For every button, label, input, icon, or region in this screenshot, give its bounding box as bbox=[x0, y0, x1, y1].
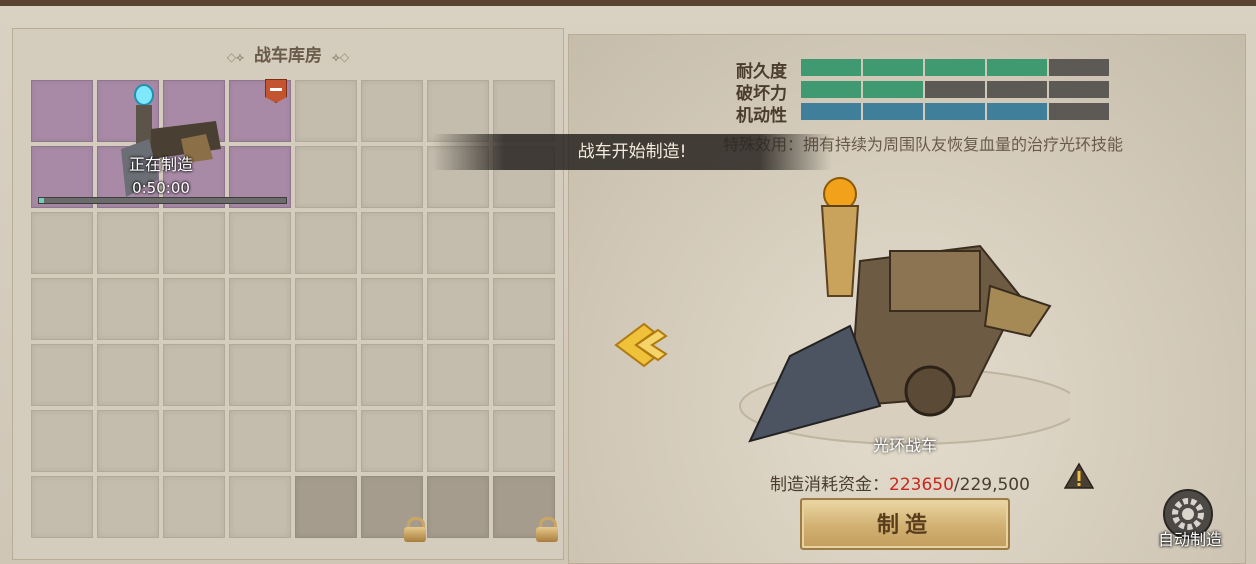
storage-slot[interactable] bbox=[295, 212, 357, 274]
title-ornament-right: ⟡◇ bbox=[332, 50, 350, 64]
storage-slot[interactable] bbox=[163, 344, 225, 406]
storage-slot[interactable] bbox=[427, 344, 489, 406]
storage-slot[interactable] bbox=[31, 278, 93, 340]
storage-slot[interactable] bbox=[97, 476, 159, 538]
storage-slot[interactable] bbox=[229, 278, 291, 340]
building-timer: 0:50:00 bbox=[132, 179, 190, 197]
stat-segment bbox=[1049, 81, 1109, 98]
stat-segment bbox=[987, 59, 1047, 76]
storage-slot[interactable] bbox=[493, 278, 555, 340]
storage-slot[interactable] bbox=[427, 212, 489, 274]
stat-segment bbox=[925, 81, 985, 98]
storage-slot[interactable] bbox=[427, 80, 489, 142]
storage-slot[interactable] bbox=[427, 410, 489, 472]
storage-title: ◇⟡ 战车库房 ⟡◇ bbox=[13, 41, 563, 66]
storage-slot[interactable] bbox=[163, 410, 225, 472]
cost-label: 制造消耗资金： bbox=[770, 475, 889, 495]
arrow-left-icon[interactable] bbox=[614, 322, 668, 368]
building-status: 正在制造 bbox=[128, 155, 193, 174]
storage-slot[interactable] bbox=[295, 410, 357, 472]
stat-segment bbox=[801, 81, 861, 98]
make-button[interactable]: 制造 bbox=[800, 498, 1010, 550]
toast-message: 战车开始制造! bbox=[432, 134, 832, 170]
storage-slot[interactable] bbox=[97, 278, 159, 340]
storage-slot[interactable] bbox=[361, 278, 423, 340]
stat-segment bbox=[925, 59, 985, 76]
stat-segment bbox=[1049, 59, 1109, 76]
building-vehicle-slot[interactable]: 正在制造 0:50:00 bbox=[31, 79, 291, 209]
storage-slot[interactable] bbox=[229, 212, 291, 274]
auto-make-label: 自动制造 bbox=[1157, 530, 1222, 549]
storage-slot[interactable] bbox=[97, 212, 159, 274]
cost-current: 223650 bbox=[889, 475, 954, 495]
storage-title-text: 战车库房 bbox=[254, 46, 322, 66]
lock-icon bbox=[404, 517, 426, 542]
stat-segment bbox=[863, 59, 923, 76]
game-window: ◇⟡ 战车库房 ⟡◇ 正在制造 0:50:00 耐久度 破坏力 机动性 特殊效用：拥… bbox=[0, 0, 1256, 564]
stat-mobility-bar bbox=[801, 103, 1109, 120]
storage-slot[interactable] bbox=[229, 476, 291, 538]
storage-slot[interactable] bbox=[361, 212, 423, 274]
storage-slot[interactable] bbox=[163, 278, 225, 340]
stat-segment bbox=[863, 103, 923, 120]
building-progress-fill bbox=[39, 198, 44, 203]
storage-slot[interactable] bbox=[31, 344, 93, 406]
storage-slot[interactable] bbox=[493, 344, 555, 406]
stat-damage-bar bbox=[801, 81, 1109, 98]
stat-segment bbox=[801, 59, 861, 76]
storage-slot[interactable] bbox=[229, 344, 291, 406]
locked-storage-slot[interactable] bbox=[493, 476, 558, 542]
storage-slot[interactable] bbox=[229, 410, 291, 472]
storage-slot[interactable] bbox=[493, 410, 555, 472]
storage-slot[interactable] bbox=[361, 410, 423, 472]
storage-slot[interactable] bbox=[295, 146, 357, 208]
storage-slot[interactable] bbox=[97, 344, 159, 406]
locked-storage-slot[interactable] bbox=[361, 476, 426, 542]
stat-segment bbox=[863, 81, 923, 98]
locked-storage-slot[interactable] bbox=[295, 476, 357, 538]
lock-icon bbox=[536, 517, 558, 542]
storage-slot[interactable] bbox=[361, 344, 423, 406]
storage-slot[interactable] bbox=[361, 80, 423, 142]
stat-segment bbox=[987, 103, 1047, 120]
storage-slot[interactable] bbox=[97, 410, 159, 472]
cost-line: 制造消耗资金：223650/229,500 bbox=[770, 470, 1030, 495]
storage-slot[interactable] bbox=[427, 278, 489, 340]
title-ornament-left: ◇⟡ bbox=[226, 50, 244, 64]
vehicle-name: 光环战车 bbox=[872, 436, 937, 455]
storage-slot[interactable] bbox=[31, 476, 93, 538]
storage-slot[interactable] bbox=[31, 410, 93, 472]
stat-segment bbox=[987, 81, 1047, 98]
building-progress-bar bbox=[38, 197, 287, 204]
stat-mobility-label: 机动性 bbox=[736, 106, 787, 126]
storage-slot[interactable] bbox=[493, 80, 555, 142]
stat-durability-bar bbox=[801, 59, 1109, 76]
storage-slot[interactable] bbox=[361, 146, 423, 208]
storage-slot[interactable] bbox=[295, 344, 357, 406]
warning-icon[interactable] bbox=[1064, 462, 1094, 490]
locked-storage-slot[interactable] bbox=[427, 476, 489, 538]
storage-slot[interactable] bbox=[493, 212, 555, 274]
stat-segment bbox=[925, 103, 985, 120]
storage-slot[interactable] bbox=[295, 80, 357, 142]
cost-total: /229,500 bbox=[953, 475, 1030, 495]
stat-segment bbox=[1049, 103, 1109, 120]
stat-segment bbox=[801, 103, 861, 120]
vehicle-preview-image bbox=[739, 177, 1070, 445]
storage-slot[interactable] bbox=[31, 212, 93, 274]
storage-slot[interactable] bbox=[163, 212, 225, 274]
storage-slot[interactable] bbox=[163, 476, 225, 538]
storage-slot[interactable] bbox=[295, 278, 357, 340]
